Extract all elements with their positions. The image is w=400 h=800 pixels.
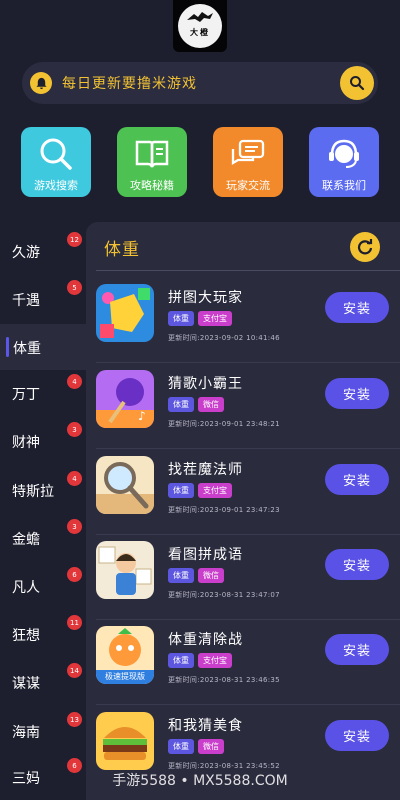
category-item-active[interactable]: 体重 — [0, 324, 86, 370]
game-name: 和我猜美食 — [168, 718, 243, 734]
search-icon — [350, 76, 365, 91]
tag: 体重 — [168, 739, 194, 754]
quick-action-game-search[interactable]: 游戏搜索 — [21, 127, 91, 197]
category-item[interactable]: 海南 13 — [0, 708, 86, 754]
count-badge: 13 — [67, 712, 82, 727]
category-item[interactable]: 特斯拉 4 — [0, 467, 86, 513]
count-badge: 3 — [67, 422, 82, 437]
game-thumbnail-song: ♪ — [96, 370, 154, 428]
game-name: 拼图大玩家 — [168, 290, 243, 306]
tag: 体重 — [168, 568, 194, 583]
headset-icon — [326, 137, 362, 171]
divider — [96, 704, 400, 705]
tag: 体重 — [168, 653, 194, 668]
chat-icon — [230, 137, 266, 171]
install-button[interactable]: 安装 — [325, 634, 389, 665]
game-thumbnail-idiom — [96, 541, 154, 599]
game-thumbnail-puzzle — [96, 284, 154, 342]
game-thumbnail-burger — [96, 712, 154, 770]
search-text: 每日更新要撸米游戏 — [62, 76, 197, 92]
quick-action-contact-us[interactable]: 联系我们 — [309, 127, 379, 197]
update-time: 更新时间:2023-09-01 23:47:23 — [168, 506, 280, 514]
search-bar[interactable]: 每日更新要撸米游戏 — [22, 62, 378, 104]
game-name: 体重清除战 — [168, 632, 243, 648]
divider — [96, 362, 400, 363]
tag: 支付宝 — [198, 483, 232, 498]
game-list-panel: 体重 拼图大玩家 体重 支付宝 更新时间:2023-09-02 10:41:46… — [86, 222, 400, 800]
game-row[interactable]: 极速提现版 体重清除战 体重 支付宝 更新时间:2023-08-31 23:46… — [86, 620, 400, 705]
update-time: 更新时间:2023-09-02 10:41:46 — [168, 334, 280, 342]
game-tags: 体重 微信 — [168, 397, 224, 412]
tag: 支付宝 — [198, 311, 232, 326]
active-indicator — [6, 337, 9, 357]
game-tags: 体重 微信 — [168, 568, 224, 583]
divider — [96, 270, 400, 271]
quick-actions: 游戏搜索 攻略秘籍 玩家交流 联系我们 — [0, 127, 400, 199]
search-button[interactable] — [340, 66, 374, 100]
category-item[interactable]: 万丁 4 — [0, 370, 86, 416]
category-item[interactable]: 谋谋 14 — [0, 659, 86, 705]
logo-emblem: 大橙 — [178, 4, 222, 48]
book-icon — [134, 137, 170, 171]
watermark: 手游5588 • MX5588.COM — [112, 773, 288, 789]
app-logo: 大橙 — [173, 0, 227, 52]
game-tags: 体重 支付宝 — [168, 653, 232, 668]
game-tags: 体重 支付宝 — [168, 483, 232, 498]
tag: 体重 — [168, 397, 194, 412]
category-item[interactable]: 久游 12 — [0, 228, 86, 274]
install-button[interactable]: 安装 — [325, 464, 389, 495]
game-row[interactable]: 看图拼成语 体重 微信 更新时间:2023-08-31 23:47:07 安装 — [86, 535, 400, 620]
update-time: 更新时间:2023-09-01 23:48:21 — [168, 420, 280, 428]
update-time: 更新时间:2023-08-31 23:46:35 — [168, 676, 280, 684]
refresh-button[interactable] — [350, 232, 380, 262]
update-time: 更新时间:2023-08-31 23:47:07 — [168, 591, 280, 599]
game-thumbnail-magnifier — [96, 456, 154, 514]
game-row[interactable]: 拼图大玩家 体重 支付宝 更新时间:2023-09-02 10:41:46 安装 — [86, 278, 400, 363]
quick-action-player-chat[interactable]: 玩家交流 — [213, 127, 283, 197]
category-item[interactable]: 财神 3 — [0, 418, 86, 464]
tag: 体重 — [168, 311, 194, 326]
bell-icon — [30, 72, 52, 94]
count-badge: 3 — [67, 519, 82, 534]
svg-text:♪: ♪ — [138, 409, 146, 423]
game-tags: 体重 支付宝 — [168, 311, 232, 326]
divider — [96, 448, 400, 449]
count-badge: 14 — [67, 663, 82, 678]
tag: 微信 — [198, 397, 224, 412]
logo-text: 大橙 — [190, 27, 210, 37]
category-item[interactable]: 凡人 6 — [0, 563, 86, 609]
game-row[interactable]: ♪ 猜歌小霸王 体重 微信 更新时间:2023-09-01 23:48:21 安… — [86, 364, 400, 449]
category-item[interactable]: 金蟾 3 — [0, 515, 86, 561]
search-icon — [38, 137, 74, 171]
count-badge: 11 — [67, 615, 82, 630]
count-badge: 6 — [67, 567, 82, 582]
category-sidebar: 久游 12 千遇 5 体重 万丁 4 财神 3 特斯拉 4 金蟾 3 凡人 6 … — [0, 222, 86, 800]
category-item[interactable]: 千遇 5 — [0, 276, 86, 322]
count-badge: 12 — [67, 232, 82, 247]
tag: 微信 — [198, 739, 224, 754]
tag: 体重 — [168, 483, 194, 498]
quick-action-guides[interactable]: 攻略秘籍 — [117, 127, 187, 197]
count-badge: 5 — [67, 280, 82, 295]
install-button[interactable]: 安装 — [325, 549, 389, 580]
game-name: 找茬魔法师 — [168, 462, 243, 478]
install-button[interactable]: 安装 — [325, 720, 389, 751]
install-button[interactable]: 安装 — [325, 292, 389, 323]
count-badge: 4 — [67, 374, 82, 389]
game-thumbnail-fruit: 极速提现版 — [96, 626, 154, 684]
count-badge: 4 — [67, 471, 82, 486]
bird-icon — [187, 12, 213, 22]
game-row[interactable]: 找茬魔法师 体重 支付宝 更新时间:2023-09-01 23:47:23 安装 — [86, 450, 400, 535]
tag: 支付宝 — [198, 653, 232, 668]
install-button[interactable]: 安装 — [325, 378, 389, 409]
game-name: 看图拼成语 — [168, 547, 243, 563]
category-item[interactable]: 狂想 11 — [0, 611, 86, 657]
thumbnail-caption: 极速提现版 — [105, 672, 145, 681]
tag: 微信 — [198, 568, 224, 583]
panel-title: 体重 — [104, 240, 140, 260]
game-name: 猜歌小霸王 — [168, 376, 243, 392]
refresh-icon — [357, 239, 373, 255]
game-tags: 体重 微信 — [168, 739, 224, 754]
